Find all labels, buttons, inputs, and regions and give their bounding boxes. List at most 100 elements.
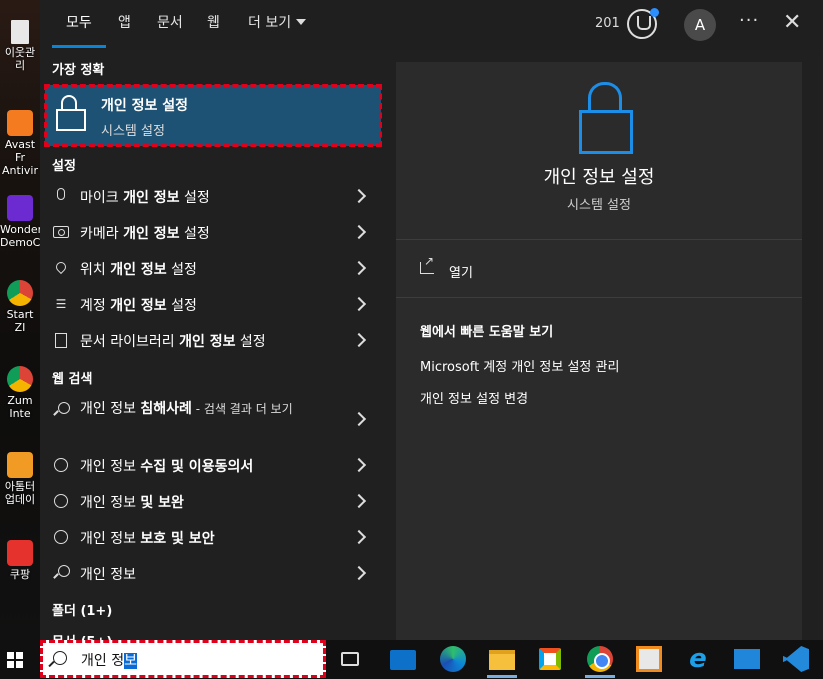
taskbar-search-input[interactable]: 개인 정보 xyxy=(40,640,326,678)
chevron-right-icon[interactable] xyxy=(354,258,364,273)
search-query[interactable]: 개인 정보 xyxy=(81,650,137,670)
desktop-icon[interactable]: 아톰터 업데이 xyxy=(0,452,40,506)
chevron-right-icon[interactable] xyxy=(354,491,364,506)
mail-icon[interactable] xyxy=(390,650,416,670)
location-icon xyxy=(53,260,69,276)
chevron-right-icon[interactable] xyxy=(354,455,364,470)
detail-subtitle: 시스템 설정 xyxy=(567,198,631,213)
tab-more[interactable]: 더 보기 xyxy=(248,0,307,50)
avast-icon xyxy=(7,110,33,136)
desktop-icon[interactable]: Avast Fr Antivir xyxy=(0,110,40,177)
settings-item-label: 문서 라이브러리 개인 정보 설정 xyxy=(80,334,266,350)
chevron-down-icon xyxy=(296,19,307,25)
avatar[interactable]: A xyxy=(684,9,716,41)
vscode-icon[interactable] xyxy=(783,646,809,672)
media-player-icon[interactable] xyxy=(636,646,662,672)
camera-icon xyxy=(53,226,69,238)
taskbar: 개인 정보 e xyxy=(0,640,823,679)
windows-start-icon[interactable] xyxy=(7,652,23,668)
help-link-manage-account-privacy[interactable]: Microsoft 계정 개인 정보 설정 관리 xyxy=(420,356,619,375)
filter-bar: 모두 앱 문서 웹 더 보기 201 A ··· ✕ xyxy=(40,0,823,50)
quick-help-heading: 웹에서 빠른 도움말 보기 xyxy=(420,325,554,340)
lock-icon xyxy=(56,95,86,131)
file-explorer-icon[interactable] xyxy=(489,650,515,670)
search-icon xyxy=(53,402,69,418)
tab-all[interactable]: 모두 xyxy=(52,0,106,50)
detail-pane: 개인 정보 설정 시스템 설정 열기 웹에서 빠른 도움말 보기 Microso… xyxy=(396,62,802,640)
open-icon[interactable] xyxy=(420,254,434,274)
settings-item-label: 위치 개인 정보 설정 xyxy=(80,262,197,278)
settings-item-label: 카메라 개인 정보 설정 xyxy=(80,226,210,242)
settings-item-microphone[interactable]: 마이크 개인 정보 설정 xyxy=(50,178,380,214)
best-match-item[interactable]: 개인 정보 설정 시스템 설정 xyxy=(44,84,382,147)
search-icon xyxy=(53,651,67,665)
settings-item-camera[interactable]: 카메라 개인 정보 설정 xyxy=(50,214,380,250)
chat-icon xyxy=(53,493,69,509)
internet-explorer-icon[interactable]: e xyxy=(685,646,711,672)
web-item-search[interactable]: 개인 정보 침해사례 - 검색 결과 더 보기 xyxy=(50,392,380,444)
close-icon[interactable]: ✕ xyxy=(783,10,801,36)
desktop-icon[interactable]: 이웃관리 xyxy=(0,20,40,72)
help-link-change-privacy-settings[interactable]: 개인 정보 설정 변경 xyxy=(420,388,528,407)
web-item-label: 개인 정보 xyxy=(80,567,136,583)
running-indicator xyxy=(487,675,517,678)
settings-item-location[interactable]: 위치 개인 정보 설정 xyxy=(50,250,380,286)
tab-apps[interactable]: 앱 xyxy=(118,0,131,50)
documents-heading[interactable]: 문서 (5+) xyxy=(52,631,112,640)
settings-item-label: 계정 개인 정보 설정 xyxy=(80,298,197,314)
wondershare-icon xyxy=(7,195,33,221)
account-icon: ☰ xyxy=(55,297,67,311)
web-item-suggestion[interactable]: 개인 정보 보호 및 보안 xyxy=(50,519,380,555)
web-search-heading: 웹 검색 xyxy=(52,372,93,387)
snipping-tool-icon[interactable] xyxy=(734,649,760,669)
tab-more-label: 더 보기 xyxy=(248,15,292,31)
divider xyxy=(396,297,802,298)
chrome-icon xyxy=(7,280,33,306)
settings-item-documents[interactable]: 문서 라이브러리 개인 정보 설정 xyxy=(50,322,380,358)
chevron-right-icon[interactable] xyxy=(354,409,364,424)
desktop-icon[interactable]: Wonders DemoCre xyxy=(0,195,40,249)
divider xyxy=(396,239,802,240)
chevron-right-icon[interactable] xyxy=(354,330,364,345)
open-action[interactable]: 열기 xyxy=(449,262,473,281)
web-item-suggestion[interactable]: 개인 정보 수집 및 이용동의서 xyxy=(50,447,380,483)
chrome-icon[interactable] xyxy=(587,646,613,672)
web-item-search[interactable]: 개인 정보 xyxy=(50,555,380,591)
search-panel: 모두 앱 문서 웹 더 보기 201 A ··· ✕ 가장 정확 개인 정보 설… xyxy=(40,0,823,640)
tab-documents[interactable]: 문서 xyxy=(157,0,183,50)
desktop-icon[interactable]: Zum Inte xyxy=(0,366,40,420)
web-item-label: 개인 정보 수집 및 이용동의서 xyxy=(80,459,254,475)
coupang-icon xyxy=(7,540,33,566)
running-indicator xyxy=(585,675,615,678)
chevron-right-icon[interactable] xyxy=(354,563,364,578)
more-options-icon[interactable]: ··· xyxy=(739,10,759,31)
folders-heading[interactable]: 폴더 (1+) xyxy=(52,600,112,619)
detail-title: 개인 정보 설정 xyxy=(543,167,655,188)
desktop-icon[interactable]: Start ZI xyxy=(0,280,40,334)
tab-web[interactable]: 웹 xyxy=(207,0,220,50)
web-item-label: 개인 정보 보호 및 보안 xyxy=(80,531,215,547)
best-match-title: 개인 정보 설정 xyxy=(101,98,189,114)
best-match-subtitle: 시스템 설정 xyxy=(101,124,165,139)
chevron-right-icon[interactable] xyxy=(354,294,364,309)
web-item-suggestion[interactable]: 개인 정보 및 보완 xyxy=(50,483,380,519)
microphone-icon xyxy=(53,188,69,204)
best-match-heading: 가장 정확 xyxy=(52,63,105,78)
desktop-background: 이웃관리 Avast Fr Antivir Wonders DemoCre St… xyxy=(0,0,40,640)
chat-icon xyxy=(53,457,69,473)
chat-icon xyxy=(53,529,69,545)
store-icon[interactable] xyxy=(539,648,561,670)
chrome-icon xyxy=(7,366,33,392)
web-item-label: 개인 정보 침해사례 - 검색 결과 더 보기 xyxy=(80,401,293,417)
settings-item-account[interactable]: ☰ 계정 개인 정보 설정 xyxy=(50,286,380,322)
chevron-right-icon[interactable] xyxy=(354,527,364,542)
rewards-trophy-icon[interactable] xyxy=(627,8,659,39)
settings-heading: 설정 xyxy=(52,159,76,174)
search-icon xyxy=(53,565,69,581)
edge-icon[interactable] xyxy=(440,646,466,672)
chevron-right-icon[interactable] xyxy=(354,222,364,237)
rewards-count: 201 xyxy=(595,16,620,31)
desktop-icon[interactable]: 쿠팡 xyxy=(0,540,40,581)
chevron-right-icon[interactable] xyxy=(354,186,364,201)
task-view-icon[interactable] xyxy=(341,652,359,666)
